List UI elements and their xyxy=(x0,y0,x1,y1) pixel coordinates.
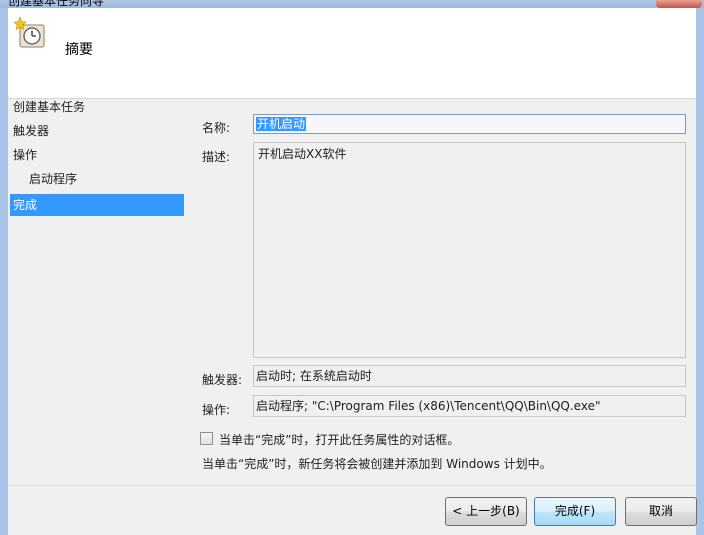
page-title: 摘要 xyxy=(65,42,93,58)
wizard-header: 摘要 xyxy=(8,8,696,99)
nav-item-action[interactable]: 操作 xyxy=(10,144,184,166)
title-bar[interactable]: 创建基本任务向导 xyxy=(0,0,704,8)
name-value: 开机启动 xyxy=(256,117,307,131)
open-properties-label[interactable]: 当单击“完成”时，打开此任务属性的对话框。 xyxy=(219,431,459,448)
window-frame-right xyxy=(696,8,704,535)
close-button[interactable] xyxy=(656,0,702,8)
task-clock-icon xyxy=(14,16,45,48)
window-title: 创建基本任务向导 xyxy=(8,0,105,8)
description-label: 描述: xyxy=(202,150,231,164)
button-separator xyxy=(8,485,696,486)
back-button-label: < 上一步(B) xyxy=(452,504,520,518)
open-properties-checkbox[interactable] xyxy=(200,432,213,445)
back-button[interactable]: < 上一步(B) xyxy=(445,497,527,526)
trigger-value: 启动时; 在系统启动时 xyxy=(253,365,686,387)
cancel-button[interactable]: 取消 xyxy=(625,497,697,526)
nav-item-trigger[interactable]: 触发器 xyxy=(10,120,184,142)
name-label: 名称: xyxy=(202,121,231,135)
nav-item-finish[interactable]: 完成 xyxy=(10,194,184,216)
name-input[interactable]: 开机启动 xyxy=(253,114,686,134)
cancel-button-label: 取消 xyxy=(648,504,673,518)
nav-item-create-basic-task[interactable]: 创建基本任务 xyxy=(10,96,184,118)
window-frame-left xyxy=(0,8,8,535)
wizard-content: 创建基本任务 触发器 操作 启动程序 完成 名称: 开机启动 描述: 开机启动X… xyxy=(8,96,697,535)
finish-button-label: 完成(F) xyxy=(554,504,596,518)
finish-info-text: 当单击“完成”时，新任务将会被创建并添加到 Windows 计划中。 xyxy=(202,457,552,471)
finish-button[interactable]: 完成(F) xyxy=(534,497,616,526)
trigger-label: 触发器: xyxy=(202,373,243,387)
description-input[interactable]: 开机启动XX软件 xyxy=(253,142,686,358)
action-label: 操作: xyxy=(202,403,231,417)
action-value: 启动程序; "C:\Program Files (x86)\Tencent\QQ… xyxy=(253,395,686,417)
nav-item-start-program[interactable]: 启动程序 xyxy=(10,168,184,190)
